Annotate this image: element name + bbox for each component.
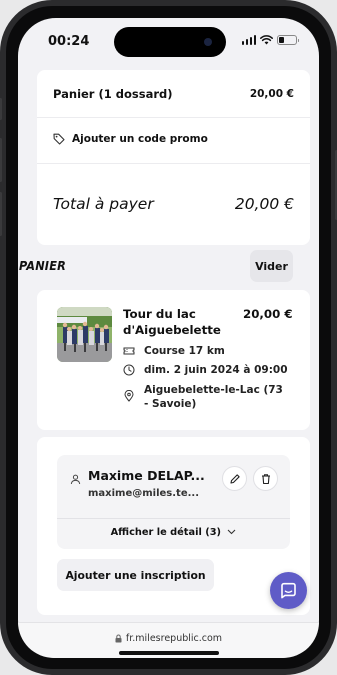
participant-name: Maxime DELAP... — [88, 468, 205, 483]
total-row: Total à payer 20,00 € — [53, 195, 294, 213]
chat-button[interactable] — [270, 572, 307, 609]
chevron-down-icon — [228, 529, 236, 535]
event-location: Aiguebelette-le-Lac (73 - Savoie) — [144, 384, 283, 410]
status-time: 00:24 — [48, 34, 90, 49]
divider — [37, 117, 310, 118]
divider — [57, 518, 290, 519]
dynamic-island — [114, 27, 226, 57]
event-date: dim. 2 juin 2024 à 09:00 — [144, 364, 288, 376]
event-course: Course 17 km — [144, 345, 225, 357]
ticket-icon — [123, 347, 135, 355]
tag-icon — [53, 133, 65, 145]
cart-summary-row: Panier (1 dossard) 20,00 € — [53, 87, 294, 101]
trash-icon — [261, 473, 270, 484]
event-location-row: Aiguebelette-le-Lac (73 - Savoie) — [123, 383, 283, 411]
promo-code-link[interactable]: Ajouter un code promo — [53, 133, 294, 145]
show-detail-label: Afficher le détail (3) — [110, 527, 222, 538]
battery-icon — [277, 35, 299, 45]
browser-address-bar[interactable]: fr.milesrepublic.com — [18, 622, 319, 658]
user-icon — [70, 474, 81, 485]
event-course-row: Course 17 km — [123, 344, 225, 358]
delete-participant-button[interactable] — [253, 466, 278, 491]
home-indicator[interactable] — [119, 651, 219, 655]
chat-icon — [281, 582, 296, 599]
summary-card: Panier (1 dossard) 20,00 € Ajouter un co… — [37, 70, 310, 245]
map-pin-icon — [124, 390, 134, 402]
lock-icon — [115, 634, 122, 643]
volume-up-button — [0, 138, 2, 182]
event-photo — [57, 307, 112, 362]
total-label: Total à payer — [53, 195, 154, 213]
mute-switch — [0, 98, 2, 120]
status-bar: 00:24 — [18, 18, 319, 70]
add-registration-button[interactable]: Ajouter une inscription — [57, 559, 214, 591]
participant-email: maxime@miles.te... — [88, 488, 200, 499]
total-amount: 20,00 € — [234, 195, 294, 213]
clock-icon — [123, 364, 135, 376]
clear-cart-button[interactable]: Vider — [250, 250, 293, 282]
wifi-icon — [260, 35, 273, 45]
cart-amount: 20,00 € — [249, 88, 294, 100]
pencil-icon — [229, 473, 240, 484]
event-date-row: dim. 2 juin 2024 à 09:00 — [123, 363, 288, 377]
event-price: 20,00 € — [243, 307, 293, 321]
event-title[interactable]: Tour du lac d'Aiguebelette — [123, 307, 233, 338]
volume-down-button — [0, 192, 2, 236]
show-detail-toggle[interactable]: Afficher le détail (3) — [57, 527, 290, 538]
divider — [37, 163, 310, 164]
cart-label: Panier (1 dossard) — [53, 87, 173, 101]
phone-frame: 00:24 Panier (1 dossard) 20,00 € Ajouter… — [0, 0, 337, 675]
status-icons — [241, 35, 299, 45]
url-display[interactable]: fr.milesrepublic.com — [18, 633, 319, 644]
panier-heading: PANIER — [19, 258, 66, 273]
signal-icon — [241, 35, 256, 45]
url-text: fr.milesrepublic.com — [125, 633, 223, 644]
edit-participant-button[interactable] — [222, 466, 247, 491]
promo-label: Ajouter un code promo — [72, 133, 208, 145]
